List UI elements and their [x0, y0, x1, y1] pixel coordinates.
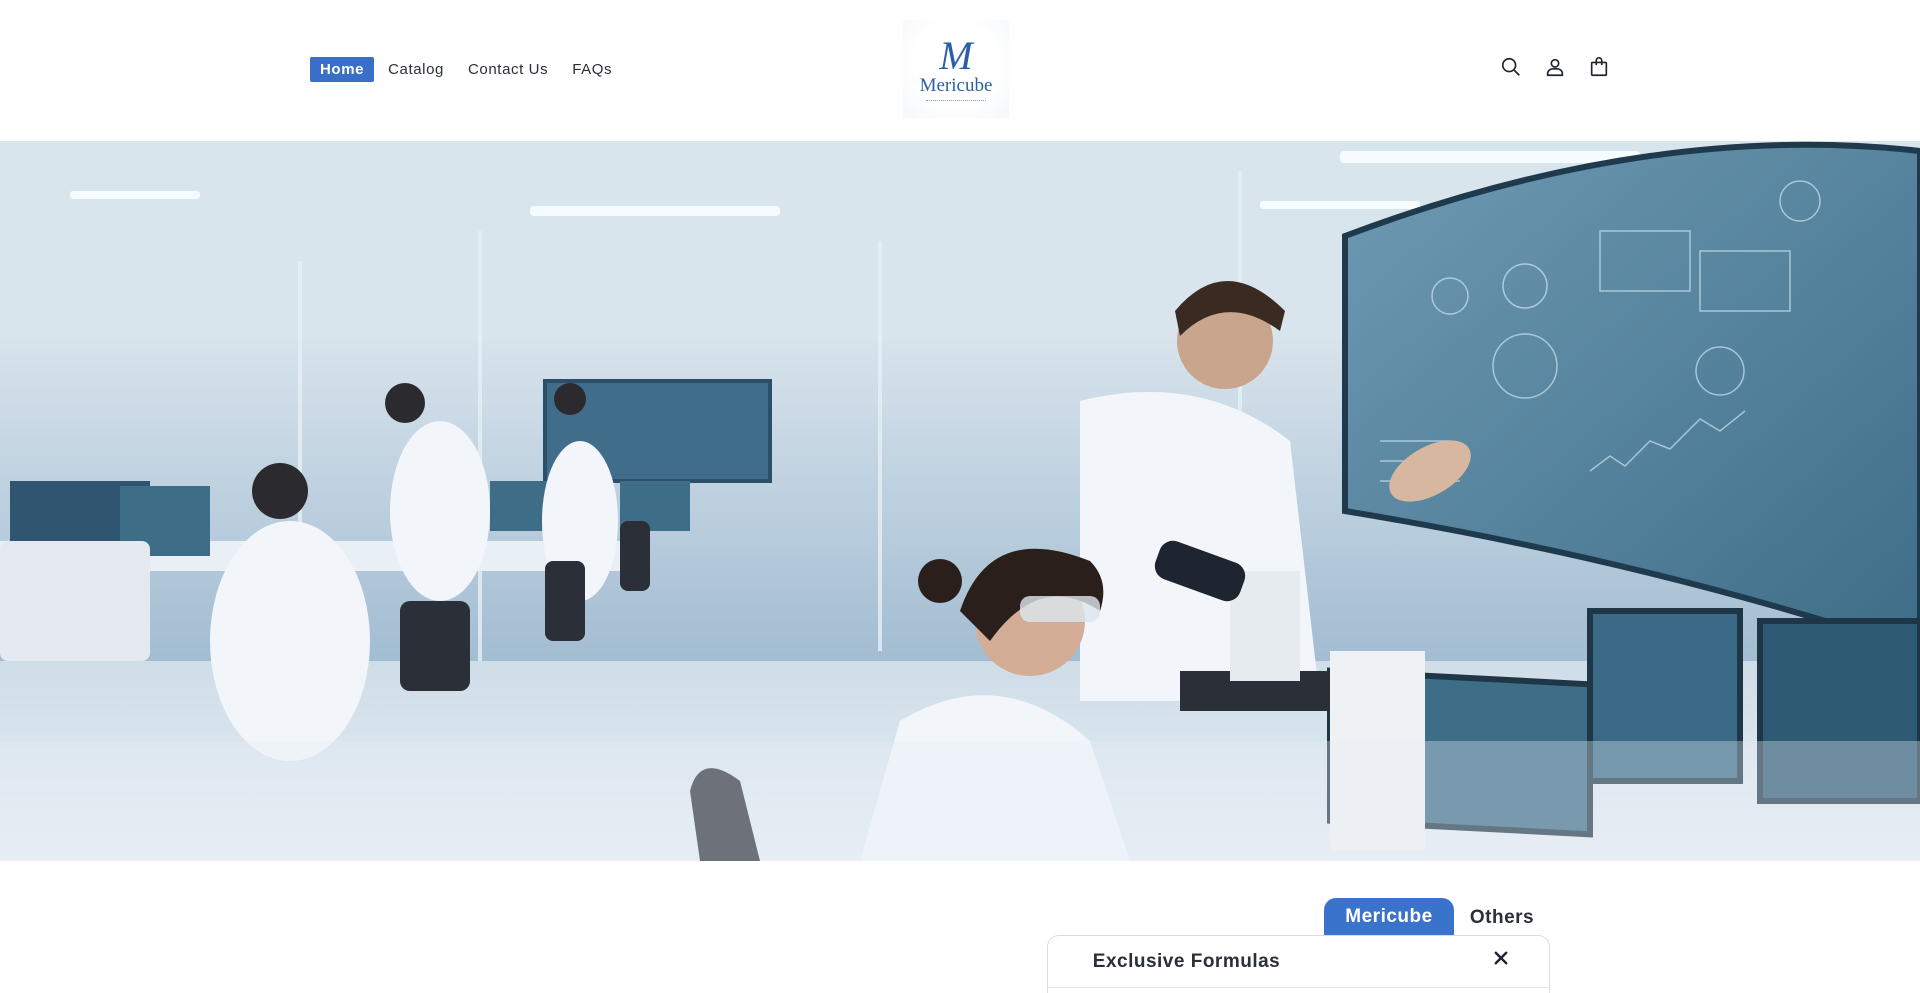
- nav-home[interactable]: Home: [310, 57, 375, 82]
- header-icons: [1500, 56, 1610, 78]
- laboratory-scene: [0, 141, 1920, 861]
- search-icon[interactable]: [1500, 56, 1522, 78]
- logo-name: Mericube: [919, 75, 993, 96]
- row-divider: [1048, 987, 1551, 988]
- check-icon: [1372, 942, 1404, 974]
- nav-contact-us[interactable]: Contact Us: [458, 57, 558, 82]
- hero-image: [0, 141, 1920, 861]
- cross-icon: [1485, 942, 1517, 974]
- nav-catalog[interactable]: Catalog: [378, 57, 454, 82]
- main-nav: Home Catalog Contact Us FAQs: [310, 57, 626, 82]
- nav-faqs[interactable]: FAQs: [562, 57, 622, 82]
- account-icon[interactable]: [1544, 56, 1566, 78]
- comparison-table: Mericube Exclusive Formulas Mericube Oth…: [1047, 898, 1551, 993]
- comparison-table-body: Exclusive Formulas: [1047, 935, 1551, 993]
- site-logo[interactable]: M Mericube: [903, 20, 1009, 118]
- cart-icon[interactable]: [1588, 56, 1610, 78]
- site-header: Home Catalog Contact Us FAQs M Mericube: [0, 0, 1920, 140]
- logo-tagline-decoration: [926, 100, 986, 102]
- feature-label: Exclusive Formulas: [1092, 951, 1281, 972]
- others-column-header: Others: [1469, 907, 1535, 928]
- logo-mark: M: [939, 33, 973, 78]
